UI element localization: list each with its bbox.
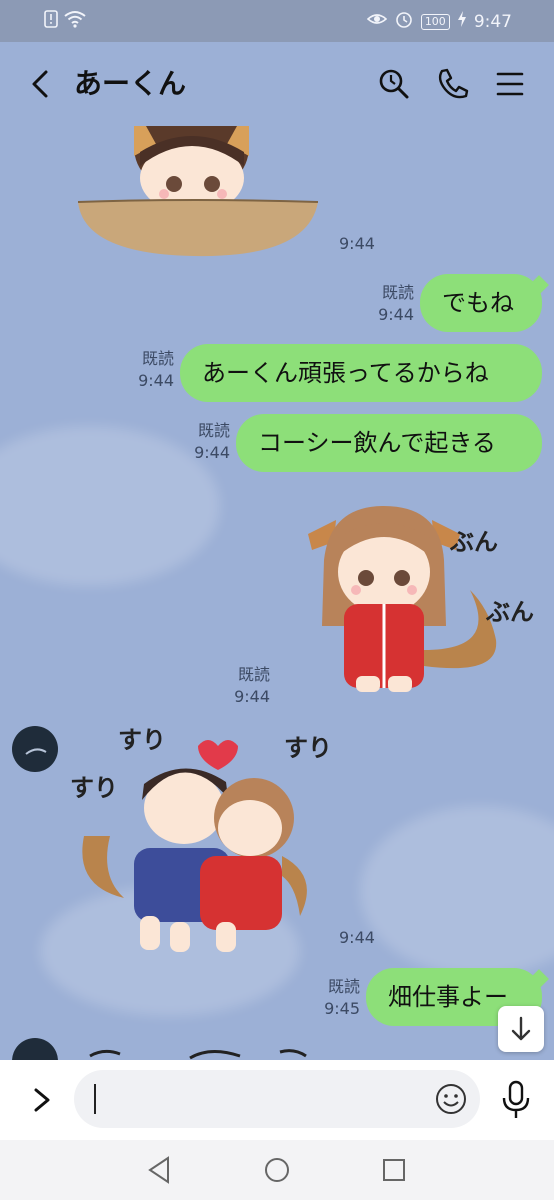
sticker-partial [89, 1049, 307, 1060]
message-time: 9:44 [339, 234, 375, 253]
sticker-text: ぶん [485, 598, 534, 626]
chat-title: あーくん [74, 67, 187, 100]
message-time: 9:44 [339, 928, 375, 947]
read-receipt: 既読 [327, 977, 360, 996]
search-icon[interactable] [374, 64, 414, 104]
read-receipt: 既読 [141, 349, 174, 368]
menu-icon[interactable] [490, 64, 530, 104]
sticker-text: すり [284, 734, 330, 762]
expand-icon[interactable] [22, 1078, 62, 1122]
read-receipt: 既読 [237, 665, 270, 684]
emoji-icon[interactable] [434, 1082, 468, 1116]
sticker-girl-tail[interactable]: ぶん ぶん [300, 500, 546, 696]
sticker-text: すり [70, 774, 118, 802]
alarm-icon [395, 10, 413, 33]
avatar[interactable] [12, 1038, 58, 1060]
status-bar: 100 9:47 [0, 0, 554, 42]
nav-back-icon[interactable] [142, 1154, 178, 1186]
message-bubble[interactable]: あーくん頑張ってるからね [180, 344, 542, 402]
chat-area[interactable]: 9:44 既読 9:44 でもね 既読 9:44 あーくん頑張ってるからね 既読… [0, 126, 554, 1060]
message-time: 9:44 [138, 371, 174, 390]
charging-icon [457, 11, 466, 32]
message-time: 9:45 [324, 999, 360, 1018]
read-receipt: 既読 [197, 421, 230, 440]
back-icon[interactable] [24, 64, 60, 104]
clock-text: 9:47 [473, 11, 512, 32]
message-time: 9:44 [194, 443, 230, 462]
message-input[interactable] [74, 1070, 480, 1128]
nav-home-icon[interactable] [259, 1154, 295, 1186]
sticker-boy-in-box[interactable] [74, 126, 324, 258]
message-meta: 既読 9:44 [376, 282, 414, 326]
sim-alert-icon [44, 10, 58, 33]
text-caret [94, 1084, 96, 1114]
wifi-icon [64, 10, 86, 33]
sticker-text: すり [118, 726, 166, 754]
mic-icon[interactable] [496, 1076, 536, 1122]
read-receipt: 既読 [381, 283, 414, 302]
sticker-hug[interactable]: すり すり すり [70, 726, 330, 958]
call-icon[interactable] [432, 64, 472, 104]
nav-recents-icon[interactable] [376, 1154, 412, 1186]
chat-header: あーくん [0, 42, 554, 126]
avatar[interactable] [12, 726, 58, 772]
system-nav-bar [0, 1140, 554, 1200]
eye-comfort-icon [366, 11, 388, 32]
sticker-text: ぶん [449, 528, 498, 556]
message-time: 9:44 [234, 687, 270, 706]
message-bubble[interactable]: でもね [420, 274, 542, 332]
message-input-bar [0, 1060, 554, 1140]
message-meta: 既読 9:44 [134, 348, 174, 392]
message-meta: 既読 9:45 [320, 976, 360, 1020]
background-cloud [0, 426, 220, 586]
background-cloud [360, 806, 554, 976]
message-bubble[interactable]: コーシー飲んで起きる [236, 414, 542, 472]
message-meta: 既読 9:44 [190, 420, 230, 464]
scroll-to-bottom-button[interactable] [498, 1006, 544, 1052]
battery-icon: 100 [420, 13, 450, 30]
message-meta: 既読 9:44 [230, 664, 270, 708]
message-time: 9:44 [378, 305, 414, 324]
